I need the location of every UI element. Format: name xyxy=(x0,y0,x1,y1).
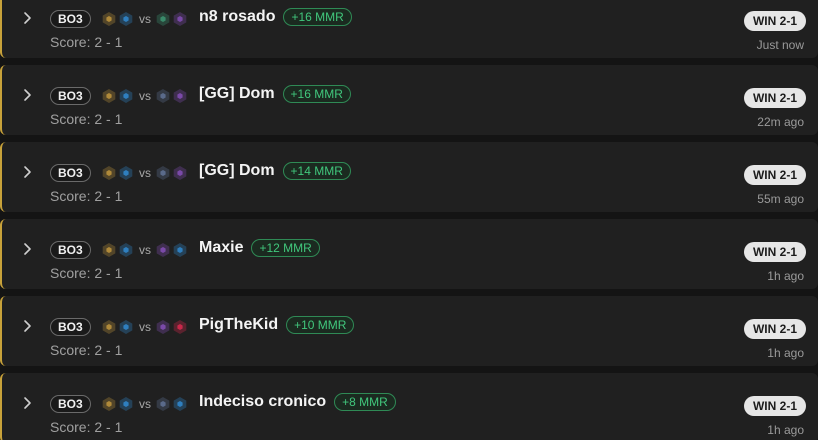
opponent-name[interactable]: Maxie xyxy=(199,239,243,257)
score-text: Score: 2 - 1 xyxy=(50,188,123,204)
opponent-block: PigTheKid +10 MMR xyxy=(199,316,355,334)
player-race-1-icon xyxy=(102,12,116,26)
player-race-1-icon xyxy=(102,397,116,411)
chevron-right-icon[interactable] xyxy=(20,88,34,102)
player-race-2-icon xyxy=(119,320,133,334)
player-race-2-icon xyxy=(119,89,133,103)
race-icons: vs xyxy=(102,12,190,26)
opponent-race-1-icon xyxy=(156,89,170,103)
opponent-race-2-icon xyxy=(173,397,187,411)
match-row[interactable]: BO3 vs [GG] Dom +16 MMR Score: 2 - 1 WIN… xyxy=(0,65,818,135)
player-race-2-icon xyxy=(119,397,133,411)
race-icons: vs xyxy=(102,166,190,180)
opponent-race-1-icon xyxy=(156,12,170,26)
opponent-race-1-icon xyxy=(156,166,170,180)
match-row[interactable]: BO3 vs Maxie +12 MMR Score: 2 - 1 WIN 2-… xyxy=(0,219,818,289)
player-race-2-icon xyxy=(119,243,133,257)
result-badge: WIN 2-1 xyxy=(743,242,806,262)
mmr-change-badge: +12 MMR xyxy=(251,239,320,257)
opponent-race-2-icon xyxy=(173,320,187,334)
player-race-2-icon xyxy=(119,166,133,180)
result-badge: WIN 2-1 xyxy=(743,88,806,108)
opponent-block: [GG] Dom +16 MMR xyxy=(199,85,351,103)
opponent-race-1-icon xyxy=(156,397,170,411)
race-icons: vs xyxy=(102,397,190,411)
match-row[interactable]: BO3 vs PigTheKid +10 MMR Score: 2 - 1 WI… xyxy=(0,296,818,366)
timestamp: 1h ago xyxy=(767,346,804,360)
mmr-change-badge: +16 MMR xyxy=(282,85,351,103)
result-badge: WIN 2-1 xyxy=(743,396,806,416)
format-badge: BO3 xyxy=(50,10,91,28)
chevron-right-icon[interactable] xyxy=(20,11,34,25)
player-race-1-icon xyxy=(102,243,116,257)
format-badge: BO3 xyxy=(50,87,91,105)
vs-label: vs xyxy=(139,89,151,103)
timestamp: 55m ago xyxy=(757,192,804,206)
score-text: Score: 2 - 1 xyxy=(50,342,123,358)
mmr-change-badge: +10 MMR xyxy=(286,316,355,334)
result-badge: WIN 2-1 xyxy=(743,11,806,31)
player-race-1-icon xyxy=(102,166,116,180)
player-race-1-icon xyxy=(102,320,116,334)
vs-label: vs xyxy=(139,243,151,257)
opponent-name[interactable]: n8 rosado xyxy=(199,8,275,26)
opponent-race-2-icon xyxy=(173,12,187,26)
opponent-block: [GG] Dom +14 MMR xyxy=(199,162,351,180)
opponent-race-2-icon xyxy=(173,243,187,257)
opponent-name[interactable]: Indeciso cronico xyxy=(199,393,326,411)
mmr-change-badge: +16 MMR xyxy=(283,8,352,26)
mmr-change-badge: +8 MMR xyxy=(334,393,396,411)
player-race-1-icon xyxy=(102,89,116,103)
opponent-block: Indeciso cronico +8 MMR xyxy=(199,393,396,411)
match-row[interactable]: BO3 vs [GG] Dom +14 MMR Score: 2 - 1 WIN… xyxy=(0,142,818,212)
opponent-race-2-icon xyxy=(173,166,187,180)
score-text: Score: 2 - 1 xyxy=(50,265,123,281)
opponent-race-1-icon xyxy=(156,243,170,257)
mmr-change-badge: +14 MMR xyxy=(282,162,351,180)
timestamp: 1h ago xyxy=(767,269,804,283)
player-race-2-icon xyxy=(119,12,133,26)
opponent-name[interactable]: [GG] Dom xyxy=(199,162,275,180)
vs-label: vs xyxy=(139,320,151,334)
match-history-list: BO3 vs n8 rosado +16 MMR Score: 2 - 1 WI… xyxy=(0,0,818,440)
result-badge: WIN 2-1 xyxy=(743,165,806,185)
score-text: Score: 2 - 1 xyxy=(50,419,123,435)
score-text: Score: 2 - 1 xyxy=(50,34,123,50)
opponent-name[interactable]: PigTheKid xyxy=(199,316,278,334)
format-badge: BO3 xyxy=(50,241,91,259)
format-badge: BO3 xyxy=(50,318,91,336)
opponent-block: Maxie +12 MMR xyxy=(199,239,320,257)
chevron-right-icon[interactable] xyxy=(20,319,34,333)
vs-label: vs xyxy=(139,397,151,411)
race-icons: vs xyxy=(102,320,190,334)
score-text: Score: 2 - 1 xyxy=(50,111,123,127)
match-row[interactable]: BO3 vs Indeciso cronico +8 MMR Score: 2 … xyxy=(0,373,818,440)
opponent-block: n8 rosado +16 MMR xyxy=(199,8,352,26)
opponent-race-1-icon xyxy=(156,320,170,334)
race-icons: vs xyxy=(102,243,190,257)
match-row[interactable]: BO3 vs n8 rosado +16 MMR Score: 2 - 1 WI… xyxy=(0,0,818,58)
format-badge: BO3 xyxy=(50,395,91,413)
opponent-name[interactable]: [GG] Dom xyxy=(199,85,275,103)
timestamp: Just now xyxy=(756,38,804,52)
vs-label: vs xyxy=(139,166,151,180)
chevron-right-icon[interactable] xyxy=(20,165,34,179)
race-icons: vs xyxy=(102,89,190,103)
chevron-right-icon[interactable] xyxy=(20,396,34,410)
format-badge: BO3 xyxy=(50,164,91,182)
result-badge: WIN 2-1 xyxy=(743,319,806,339)
chevron-right-icon[interactable] xyxy=(20,242,34,256)
timestamp: 22m ago xyxy=(757,115,804,129)
opponent-race-2-icon xyxy=(173,89,187,103)
vs-label: vs xyxy=(139,12,151,26)
timestamp: 1h ago xyxy=(767,423,804,437)
